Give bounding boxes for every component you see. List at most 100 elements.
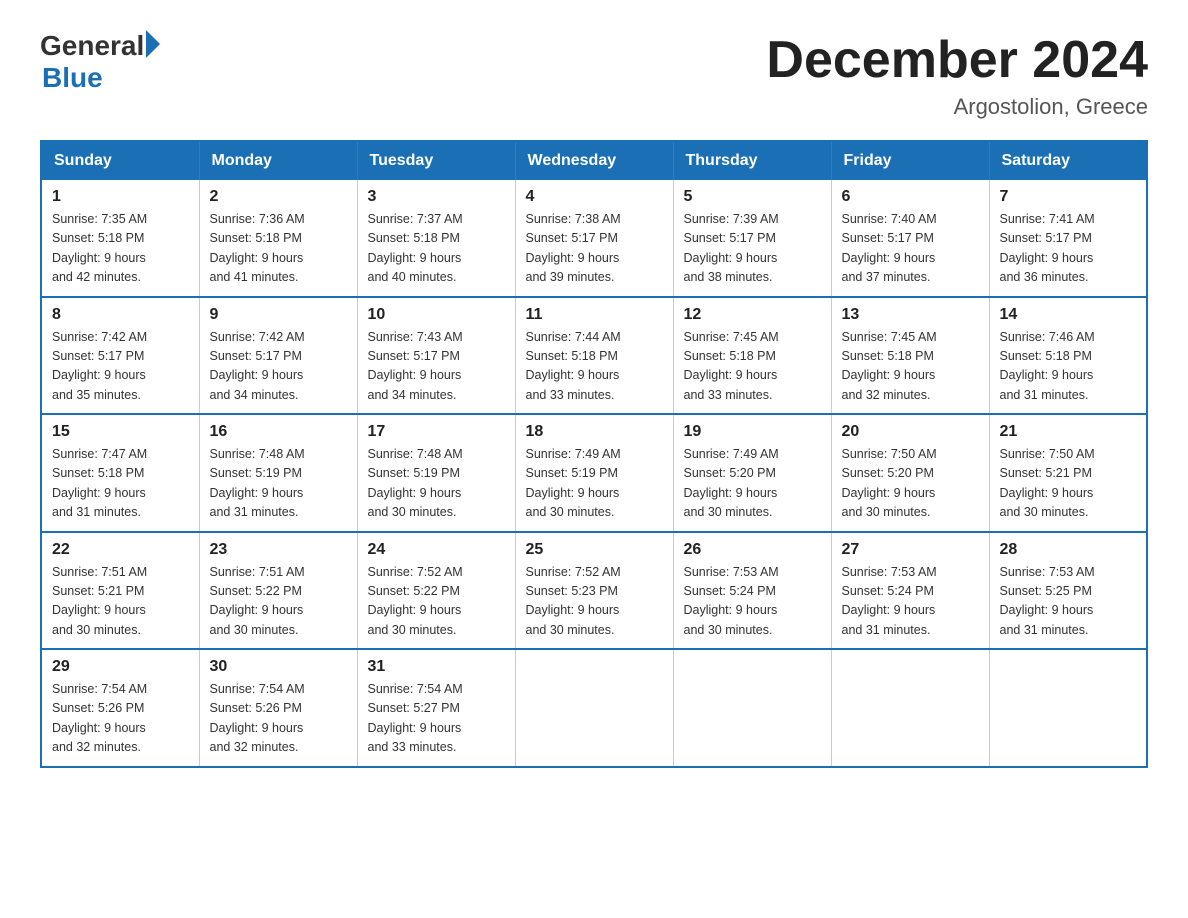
- day-info: Sunrise: 7:45 AMSunset: 5:18 PMDaylight:…: [842, 330, 937, 402]
- day-number: 10: [368, 306, 505, 324]
- day-info: Sunrise: 7:45 AMSunset: 5:18 PMDaylight:…: [684, 330, 779, 402]
- day-number: 9: [210, 306, 347, 324]
- calendar-header-monday: Monday: [199, 141, 357, 180]
- day-info: Sunrise: 7:41 AMSunset: 5:17 PMDaylight:…: [1000, 212, 1095, 284]
- day-number: 25: [526, 541, 663, 559]
- calendar-cell: 2 Sunrise: 7:36 AMSunset: 5:18 PMDayligh…: [199, 180, 357, 297]
- calendar-cell: 3 Sunrise: 7:37 AMSunset: 5:18 PMDayligh…: [357, 180, 515, 297]
- day-info: Sunrise: 7:52 AMSunset: 5:23 PMDaylight:…: [526, 565, 621, 637]
- day-info: Sunrise: 7:42 AMSunset: 5:17 PMDaylight:…: [210, 330, 305, 402]
- calendar-cell: [673, 649, 831, 767]
- day-info: Sunrise: 7:49 AMSunset: 5:20 PMDaylight:…: [684, 447, 779, 519]
- calendar-cell: 13 Sunrise: 7:45 AMSunset: 5:18 PMDaylig…: [831, 297, 989, 415]
- day-info: Sunrise: 7:43 AMSunset: 5:17 PMDaylight:…: [368, 330, 463, 402]
- day-number: 2: [210, 188, 347, 206]
- day-number: 17: [368, 423, 505, 441]
- day-info: Sunrise: 7:46 AMSunset: 5:18 PMDaylight:…: [1000, 330, 1095, 402]
- calendar-cell: 16 Sunrise: 7:48 AMSunset: 5:19 PMDaylig…: [199, 414, 357, 532]
- calendar-cell: 29 Sunrise: 7:54 AMSunset: 5:26 PMDaylig…: [41, 649, 199, 767]
- day-number: 12: [684, 306, 821, 324]
- day-number: 8: [52, 306, 189, 324]
- day-number: 14: [1000, 306, 1137, 324]
- title-area: December 2024 Argostolion, Greece: [766, 30, 1148, 120]
- day-number: 1: [52, 188, 189, 206]
- calendar-week-row: 1 Sunrise: 7:35 AMSunset: 5:18 PMDayligh…: [41, 180, 1147, 297]
- calendar-cell: 21 Sunrise: 7:50 AMSunset: 5:21 PMDaylig…: [989, 414, 1147, 532]
- calendar-cell: 28 Sunrise: 7:53 AMSunset: 5:25 PMDaylig…: [989, 532, 1147, 650]
- day-info: Sunrise: 7:37 AMSunset: 5:18 PMDaylight:…: [368, 212, 463, 284]
- day-info: Sunrise: 7:44 AMSunset: 5:18 PMDaylight:…: [526, 330, 621, 402]
- day-number: 22: [52, 541, 189, 559]
- day-number: 30: [210, 658, 347, 676]
- day-info: Sunrise: 7:54 AMSunset: 5:27 PMDaylight:…: [368, 682, 463, 754]
- calendar-header-saturday: Saturday: [989, 141, 1147, 180]
- calendar-cell: 4 Sunrise: 7:38 AMSunset: 5:17 PMDayligh…: [515, 180, 673, 297]
- day-number: 31: [368, 658, 505, 676]
- day-info: Sunrise: 7:48 AMSunset: 5:19 PMDaylight:…: [368, 447, 463, 519]
- day-info: Sunrise: 7:53 AMSunset: 5:24 PMDaylight:…: [684, 565, 779, 637]
- day-number: 20: [842, 423, 979, 441]
- day-number: 19: [684, 423, 821, 441]
- calendar-cell: 24 Sunrise: 7:52 AMSunset: 5:22 PMDaylig…: [357, 532, 515, 650]
- logo-blue-text: Blue: [42, 62, 103, 94]
- day-number: 27: [842, 541, 979, 559]
- calendar-cell: 5 Sunrise: 7:39 AMSunset: 5:17 PMDayligh…: [673, 180, 831, 297]
- logo: General Blue: [40, 30, 160, 94]
- day-info: Sunrise: 7:48 AMSunset: 5:19 PMDaylight:…: [210, 447, 305, 519]
- calendar-cell: 18 Sunrise: 7:49 AMSunset: 5:19 PMDaylig…: [515, 414, 673, 532]
- day-number: 16: [210, 423, 347, 441]
- calendar-cell: 11 Sunrise: 7:44 AMSunset: 5:18 PMDaylig…: [515, 297, 673, 415]
- calendar-cell: 22 Sunrise: 7:51 AMSunset: 5:21 PMDaylig…: [41, 532, 199, 650]
- calendar-cell: 1 Sunrise: 7:35 AMSunset: 5:18 PMDayligh…: [41, 180, 199, 297]
- day-info: Sunrise: 7:38 AMSunset: 5:17 PMDaylight:…: [526, 212, 621, 284]
- calendar-week-row: 29 Sunrise: 7:54 AMSunset: 5:26 PMDaylig…: [41, 649, 1147, 767]
- calendar-week-row: 22 Sunrise: 7:51 AMSunset: 5:21 PMDaylig…: [41, 532, 1147, 650]
- calendar-subtitle: Argostolion, Greece: [766, 94, 1148, 120]
- calendar-cell: 31 Sunrise: 7:54 AMSunset: 5:27 PMDaylig…: [357, 649, 515, 767]
- day-number: 21: [1000, 423, 1137, 441]
- day-info: Sunrise: 7:42 AMSunset: 5:17 PMDaylight:…: [52, 330, 147, 402]
- day-number: 29: [52, 658, 189, 676]
- calendar-cell: 30 Sunrise: 7:54 AMSunset: 5:26 PMDaylig…: [199, 649, 357, 767]
- logo-triangle-icon: [146, 30, 160, 58]
- day-number: 5: [684, 188, 821, 206]
- calendar-cell: 17 Sunrise: 7:48 AMSunset: 5:19 PMDaylig…: [357, 414, 515, 532]
- day-number: 24: [368, 541, 505, 559]
- calendar-week-row: 15 Sunrise: 7:47 AMSunset: 5:18 PMDaylig…: [41, 414, 1147, 532]
- calendar-cell: 12 Sunrise: 7:45 AMSunset: 5:18 PMDaylig…: [673, 297, 831, 415]
- day-info: Sunrise: 7:50 AMSunset: 5:20 PMDaylight:…: [842, 447, 937, 519]
- calendar-header-sunday: Sunday: [41, 141, 199, 180]
- day-info: Sunrise: 7:51 AMSunset: 5:21 PMDaylight:…: [52, 565, 147, 637]
- calendar-cell: 20 Sunrise: 7:50 AMSunset: 5:20 PMDaylig…: [831, 414, 989, 532]
- calendar-cell: 23 Sunrise: 7:51 AMSunset: 5:22 PMDaylig…: [199, 532, 357, 650]
- day-info: Sunrise: 7:54 AMSunset: 5:26 PMDaylight:…: [210, 682, 305, 754]
- day-number: 4: [526, 188, 663, 206]
- day-info: Sunrise: 7:35 AMSunset: 5:18 PMDaylight:…: [52, 212, 147, 284]
- day-info: Sunrise: 7:52 AMSunset: 5:22 PMDaylight:…: [368, 565, 463, 637]
- calendar-cell: 10 Sunrise: 7:43 AMSunset: 5:17 PMDaylig…: [357, 297, 515, 415]
- calendar-header-thursday: Thursday: [673, 141, 831, 180]
- calendar-cell: 15 Sunrise: 7:47 AMSunset: 5:18 PMDaylig…: [41, 414, 199, 532]
- calendar-header-tuesday: Tuesday: [357, 141, 515, 180]
- day-number: 26: [684, 541, 821, 559]
- calendar-cell: 27 Sunrise: 7:53 AMSunset: 5:24 PMDaylig…: [831, 532, 989, 650]
- day-info: Sunrise: 7:36 AMSunset: 5:18 PMDaylight:…: [210, 212, 305, 284]
- logo-general-text: General: [40, 30, 144, 62]
- calendar-cell: 6 Sunrise: 7:40 AMSunset: 5:17 PMDayligh…: [831, 180, 989, 297]
- day-number: 11: [526, 306, 663, 324]
- calendar-cell: [515, 649, 673, 767]
- calendar-cell: 7 Sunrise: 7:41 AMSunset: 5:17 PMDayligh…: [989, 180, 1147, 297]
- calendar-cell: 25 Sunrise: 7:52 AMSunset: 5:23 PMDaylig…: [515, 532, 673, 650]
- day-number: 7: [1000, 188, 1137, 206]
- calendar-cell: [831, 649, 989, 767]
- day-info: Sunrise: 7:53 AMSunset: 5:25 PMDaylight:…: [1000, 565, 1095, 637]
- day-number: 28: [1000, 541, 1137, 559]
- calendar-table: SundayMondayTuesdayWednesdayThursdayFrid…: [40, 140, 1148, 768]
- day-info: Sunrise: 7:51 AMSunset: 5:22 PMDaylight:…: [210, 565, 305, 637]
- calendar-week-row: 8 Sunrise: 7:42 AMSunset: 5:17 PMDayligh…: [41, 297, 1147, 415]
- day-info: Sunrise: 7:54 AMSunset: 5:26 PMDaylight:…: [52, 682, 147, 754]
- day-info: Sunrise: 7:40 AMSunset: 5:17 PMDaylight:…: [842, 212, 937, 284]
- day-number: 23: [210, 541, 347, 559]
- day-info: Sunrise: 7:47 AMSunset: 5:18 PMDaylight:…: [52, 447, 147, 519]
- calendar-title: December 2024: [766, 30, 1148, 90]
